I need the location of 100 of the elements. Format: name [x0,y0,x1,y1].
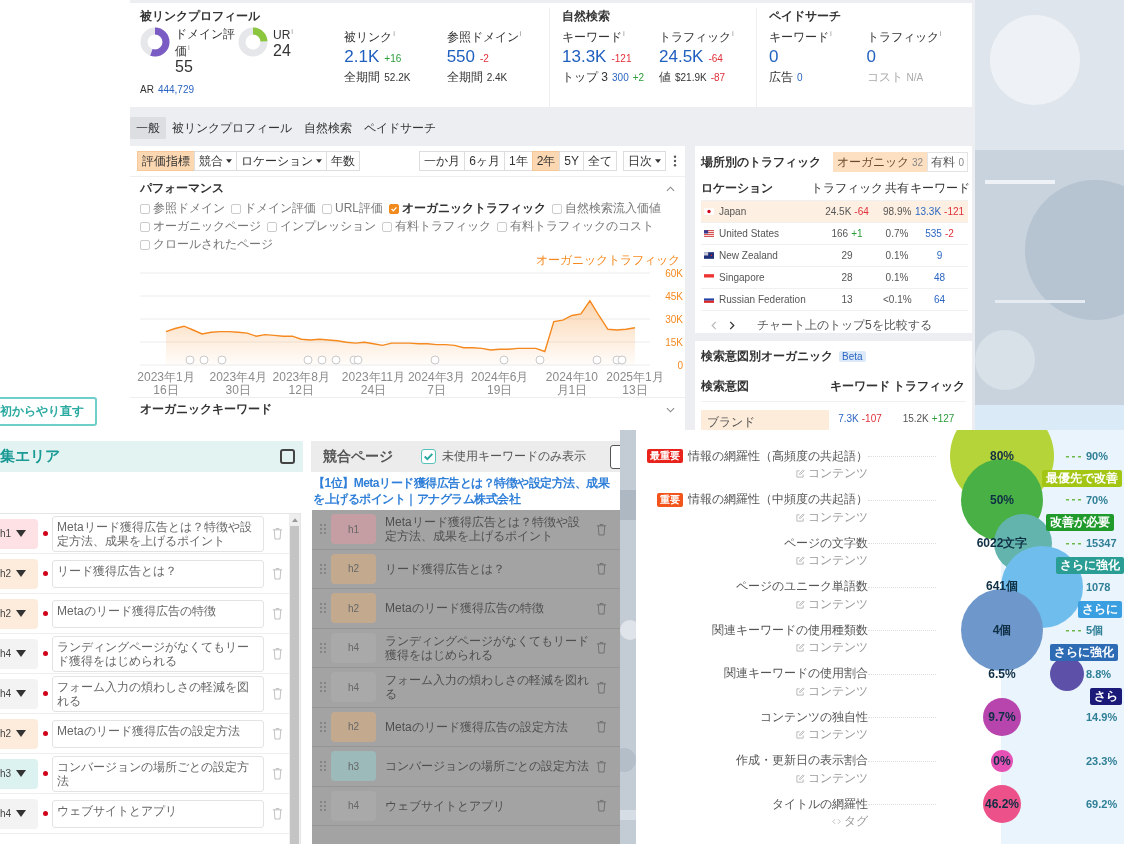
trash-icon[interactable] [596,522,607,536]
range-button[interactable]: 5Y [559,151,584,171]
range-button[interactable]: 一か月 [419,151,466,171]
checkbox[interactable] [421,449,436,464]
keyword-link[interactable]: 7.3K [838,412,859,424]
level-dropdown[interactable]: h4 [0,798,38,829]
trash-icon[interactable] [272,527,283,540]
level-dropdown[interactable]: h2 [0,598,38,629]
chevron-icon[interactable] [666,185,675,192]
level-dropdown[interactable]: h2 [0,718,38,749]
detail-text: 全期間 [344,69,381,86]
table-row[interactable]: United States 166 +1 0.7% 535 -2 [701,223,968,245]
level-dropdown[interactable]: h1 [0,518,38,549]
page-link[interactable]: 【1位】Metaリード獲得広告とは？特徴や設定方法、成果を上げるポイント｜アナグラム株式会社 [305,472,620,510]
x-tick-label: 2023年4月30日 [208,371,268,397]
metric-label: 作成・更新日の表示割合 [736,752,868,769]
filter-button[interactable]: 年数 [326,151,360,171]
tab[interactable]: ペイドサーチ [358,117,442,139]
scroll-thumb[interactable] [290,526,299,844]
scrollbar[interactable] [289,514,300,844]
trash-icon[interactable] [596,799,607,813]
table-row[interactable]: New Zealand 29 0.1% 9 [701,245,968,267]
drag-handle-icon[interactable] [320,524,326,535]
caret-icon [16,530,27,537]
country-name: United States [719,228,780,239]
level-dropdown[interactable]: h4 [0,678,38,709]
stat-value: 2.1K [344,47,380,67]
checkbox[interactable] [389,203,399,214]
trash-icon[interactable] [596,601,607,615]
detail-text: 300 [612,72,629,83]
drag-handle-icon[interactable] [320,642,326,653]
range-button[interactable]: 1年 [503,151,533,171]
keyword-link[interactable]: 64 [933,294,946,305]
drag-handle-icon[interactable] [320,603,326,614]
level-dropdown[interactable]: h2 [0,558,38,589]
filter-button[interactable]: ロケーション [236,151,327,171]
table-row[interactable]: Japan 24.5K -64 98.9% 13.3K -121 [701,201,968,223]
detail-text: 0 [797,72,803,83]
trash-icon[interactable] [272,567,283,580]
level-dropdown[interactable]: h3 [0,758,38,789]
heading-field[interactable]: Metaのリード獲得広告の設定方法 [52,719,264,748]
x-tick-label: 2023年1月16日 [136,371,196,397]
detail-text: N/A [906,72,924,83]
filter-button[interactable]: 競合 [194,151,237,171]
next-icon[interactable] [729,320,735,330]
heading-text: Metaのリード獲得広告の特徴 [385,601,545,616]
heading-field[interactable]: コンバージョンの場所ごとの設定方法 [52,755,264,792]
panel-title: 競合ページ [323,447,393,466]
heading-field[interactable]: リード獲得広告とは？ [52,559,264,588]
trash-icon[interactable] [596,562,607,576]
check-icon [390,204,398,213]
trash-icon[interactable] [596,680,607,694]
trash-icon[interactable] [272,807,283,820]
category-label: コンテンツ [808,465,868,482]
drag-handle-icon[interactable] [320,761,326,772]
trash-icon[interactable] [272,607,283,620]
keyword-link[interactable]: 48 [933,272,946,283]
heading-text: Metaのリード獲得広告の設定方法 [385,719,569,734]
tab[interactable]: 自然検索 [298,117,358,139]
range-button[interactable]: 6ヶ月 [464,151,505,171]
chevron-icon[interactable] [666,406,675,413]
trash-icon[interactable] [596,759,607,773]
interval-dropdown[interactable]: 日次 [623,151,666,171]
toggle-button[interactable]: オーガニック 32 [832,152,928,172]
drag-handle-icon[interactable] [320,563,326,574]
heading-field[interactable]: Metaリード獲得広告とは？特徴や設定方法、成果を上げるポイント [52,515,264,552]
heading-field[interactable]: Metaのリード獲得広告の特徴 [52,599,264,628]
trash-icon[interactable] [596,720,607,734]
heading-field[interactable]: フォーム入力の煩わしさの軽減を図れる [52,675,264,712]
required-dot [43,611,48,616]
table-row[interactable]: Russian Federation 13 <0.1% 64 [701,289,968,311]
heading-field[interactable]: ウェブサイトとアプリ [52,799,264,828]
filter-button[interactable]: 評価指標 [137,151,195,171]
scroll-up-icon[interactable] [291,518,298,522]
trash-icon[interactable] [272,687,283,700]
drag-handle-icon[interactable] [320,682,326,693]
checkbox[interactable] [280,449,295,464]
toggle-button[interactable]: 有料 0 [927,152,968,172]
keyword-link[interactable]: 9 [936,250,943,261]
check-icon [422,450,435,463]
more-icon[interactable] [673,155,677,167]
drag-handle-icon[interactable] [320,721,326,732]
level-dropdown[interactable]: h4 [0,638,38,669]
range-button[interactable]: 全て [583,151,617,171]
tab[interactable]: 被リンクプロフィール [166,117,298,139]
level-tag: h4 [331,790,376,821]
trash-icon[interactable] [272,647,283,660]
compare-link[interactable]: チャート上のトップ5を比較する [757,316,932,334]
target-value: 70% [1066,493,1109,506]
trash-icon[interactable] [272,767,283,780]
trash-icon[interactable] [272,727,283,740]
keyword-link[interactable]: 535 [925,228,942,239]
tab[interactable]: 一般 [130,117,166,139]
heading-field[interactable]: ランディングページがなくてもリード獲得をはじめられる [52,635,264,672]
trash-icon[interactable] [596,641,607,655]
drag-handle-icon[interactable] [320,800,326,811]
keyword-link[interactable]: 13.3K [914,206,942,217]
table-row[interactable]: Singapore 28 0.1% 48 [701,267,968,289]
column-header: トラフィック [891,377,966,395]
section-title: パフォーマンス [140,180,224,197]
